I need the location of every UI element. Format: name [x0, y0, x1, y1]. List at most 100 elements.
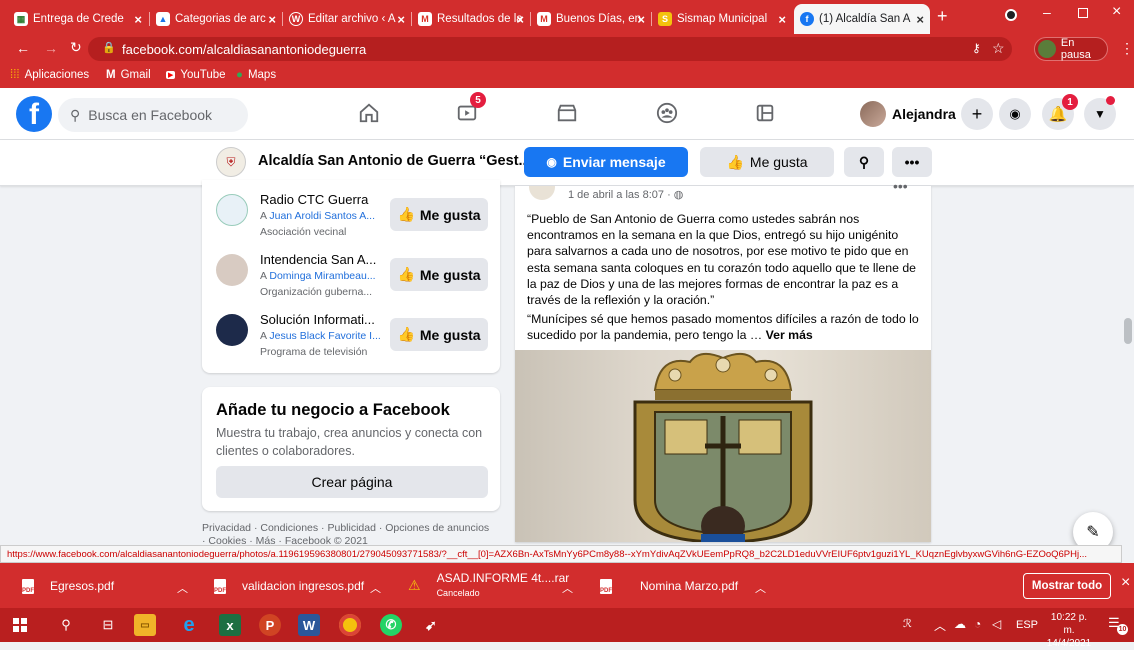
page-avatar[interactable] — [216, 314, 248, 346]
facebook-logo[interactable]: f — [16, 96, 52, 132]
groups-icon[interactable] — [654, 100, 680, 126]
bookmark-maps[interactable]: ● Maps — [236, 69, 276, 81]
close-downloads-icon[interactable]: × — [1121, 574, 1130, 592]
more-options-button[interactable]: ••• — [892, 147, 932, 177]
file-explorer-icon[interactable]: ▭ — [134, 614, 156, 636]
edge-icon[interactable]: e — [178, 614, 200, 636]
key-icon[interactable]: ⚷ — [972, 41, 981, 55]
send-message-button[interactable]: ◉ Enviar mensaje — [524, 147, 688, 177]
record-icon[interactable] — [1005, 9, 1017, 21]
friend-link[interactable]: Dominga Mirambeau... — [269, 270, 375, 282]
new-tab-icon[interactable]: + — [937, 6, 948, 27]
notifications-bell-icon[interactable]: 🔔 1 — [1042, 94, 1078, 130]
back-icon[interactable]: ← — [16, 40, 30, 56]
page-avatar-crest-icon[interactable]: ⛨ — [216, 147, 246, 177]
forward-icon[interactable]: → — [44, 40, 58, 56]
search-page-button[interactable]: ⚲ — [844, 147, 884, 177]
cloud-icon[interactable]: ☁ — [954, 617, 966, 631]
star-icon[interactable]: ☆ — [992, 40, 1005, 57]
people-icon[interactable]: ℛ — [903, 617, 912, 630]
task-view-icon[interactable]: ⊟ — [97, 614, 119, 636]
close-tab-icon[interactable]: × — [916, 12, 924, 27]
tray-chevron-up-icon[interactable]: ︿ — [934, 617, 946, 634]
gaming-icon[interactable] — [752, 100, 778, 126]
post-image[interactable] — [515, 350, 931, 542]
home-icon[interactable] — [356, 100, 382, 126]
powerpoint-icon[interactable]: P — [259, 614, 281, 636]
like-button[interactable]: 👍 Me gusta — [390, 318, 488, 351]
wifi-icon[interactable]: ◔ — [974, 617, 981, 631]
address-bar[interactable]: 🔒 facebook.com/alcaldiasanantoniodeguerr… — [88, 37, 1012, 61]
close-tab-icon[interactable]: × — [397, 12, 405, 27]
chevron-up-icon[interactable]: ︿ — [562, 580, 573, 596]
minimize-icon[interactable]: – — [1043, 4, 1051, 20]
clock[interactable]: 10:22 p. m. 14/4/2021 — [1044, 611, 1094, 650]
search-icon[interactable]: ⚲ — [55, 614, 77, 636]
search-input[interactable]: ⚲ Busca en Facebook — [58, 98, 248, 132]
account-menu-icon[interactable]: ▼ — [1084, 96, 1116, 130]
windows-start-icon[interactable] — [9, 614, 31, 636]
profile-link[interactable]: Alejandra — [860, 98, 956, 130]
create-page-button[interactable]: Crear página — [216, 466, 488, 498]
friend-link[interactable]: Jesus Black Favorite I... — [269, 330, 380, 342]
action-center-icon[interactable]: ☰ 10 — [1108, 615, 1128, 635]
create-icon[interactable]: + — [961, 98, 993, 130]
chevron-up-icon[interactable]: ︿ — [177, 580, 188, 596]
close-window-icon[interactable]: × — [1112, 3, 1121, 21]
page-scrollbar[interactable] — [1124, 318, 1132, 344]
watch-video-icon[interactable]: 5 — [454, 92, 486, 126]
volume-icon[interactable]: ◁ — [992, 617, 1001, 631]
browser-tab-active[interactable]: f (1) Alcaldía San A × — [794, 4, 930, 34]
whatsapp-icon[interactable]: ✆ — [380, 614, 402, 636]
post-menu-icon[interactable]: ••• — [893, 178, 908, 194]
word-icon[interactable]: W — [298, 614, 320, 636]
show-all-downloads-button[interactable]: Mostrar todo — [1023, 573, 1111, 599]
reload-icon[interactable]: ↻ — [70, 39, 82, 56]
bookmark-youtube[interactable]: ▶ YouTube — [166, 69, 226, 81]
browser-tab[interactable]: S Sismap Municipal × — [652, 6, 792, 32]
friend-link[interactable]: Juan Aroldi Santos A... — [269, 210, 375, 222]
browser-tab[interactable]: ▦ Entrega de Crede × — [8, 6, 148, 32]
page-name[interactable]: Solución Informati... — [260, 312, 375, 327]
profile-chip[interactable]: En pausa — [1034, 37, 1108, 61]
maximize-icon[interactable] — [1078, 8, 1088, 18]
like-button[interactable]: 👍 Me gusta — [390, 198, 488, 231]
page-name[interactable]: Radio CTC Guerra — [260, 192, 368, 207]
bookmark-gmail[interactable]: M Gmail — [106, 69, 151, 81]
page-name[interactable]: Intendencia San A... — [260, 252, 376, 267]
close-tab-icon[interactable]: × — [637, 12, 645, 27]
browser-tab[interactable]: ▲ Categorias de arc × — [150, 6, 282, 32]
browser-tab[interactable]: M Buenos Días, en × — [531, 6, 651, 32]
app-icon[interactable]: ➹ — [420, 614, 442, 636]
post-timestamp[interactable]: 1 de abril a las 8:07 · ◍ — [568, 188, 683, 201]
close-tab-icon[interactable]: × — [516, 12, 524, 27]
download-item[interactable]: PDF Nomina Marzo.pdf — [600, 571, 738, 601]
close-tab-icon[interactable]: × — [778, 12, 786, 27]
page-avatar[interactable] — [216, 194, 248, 226]
download-item[interactable]: PDF Egresos.pdf — [22, 571, 114, 601]
bookmark-apps[interactable]: ⁞⁞⁞ Aplicaciones — [10, 69, 89, 81]
page-avatar-crest-icon[interactable] — [529, 186, 555, 200]
gmail-icon: M — [418, 12, 432, 26]
footer-links-2[interactable]: · Cookies · Más · Facebook © 2021 — [202, 535, 502, 545]
see-more-link[interactable]: Ver más — [766, 328, 813, 342]
like-page-button[interactable]: 👍 Me gusta — [700, 147, 834, 177]
messenger-icon[interactable]: ◉ — [999, 98, 1031, 130]
page-title[interactable]: Alcaldía San Antonio de Guerra “Gest... — [258, 153, 531, 169]
browser-tab[interactable]: M Resultados de la × — [412, 6, 530, 32]
browser-tab[interactable]: W Editar archivo ‹ A × — [283, 6, 411, 32]
chevron-up-icon[interactable]: ︿ — [755, 580, 766, 596]
chevron-up-icon[interactable]: ︿ — [370, 580, 381, 596]
like-button[interactable]: 👍 Me gusta — [390, 258, 488, 291]
download-item[interactable]: PDF validacion ingresos.pdf — [214, 571, 364, 601]
footer-links[interactable]: Privacidad · Condiciones · Publicidad · … — [202, 522, 502, 534]
language-indicator[interactable]: ESP — [1016, 619, 1038, 631]
page-avatar[interactable] — [216, 254, 248, 286]
menu-icon[interactable]: ⋮ — [1120, 40, 1134, 57]
chrome-icon[interactable] — [339, 614, 361, 636]
download-item[interactable]: ⚠ ASAD.INFORME 4t....rar Cancelado — [408, 571, 569, 601]
marketplace-icon[interactable] — [554, 100, 580, 126]
close-tab-icon[interactable]: × — [268, 12, 276, 27]
excel-icon[interactable]: x — [219, 614, 241, 636]
close-tab-icon[interactable]: × — [134, 12, 142, 27]
